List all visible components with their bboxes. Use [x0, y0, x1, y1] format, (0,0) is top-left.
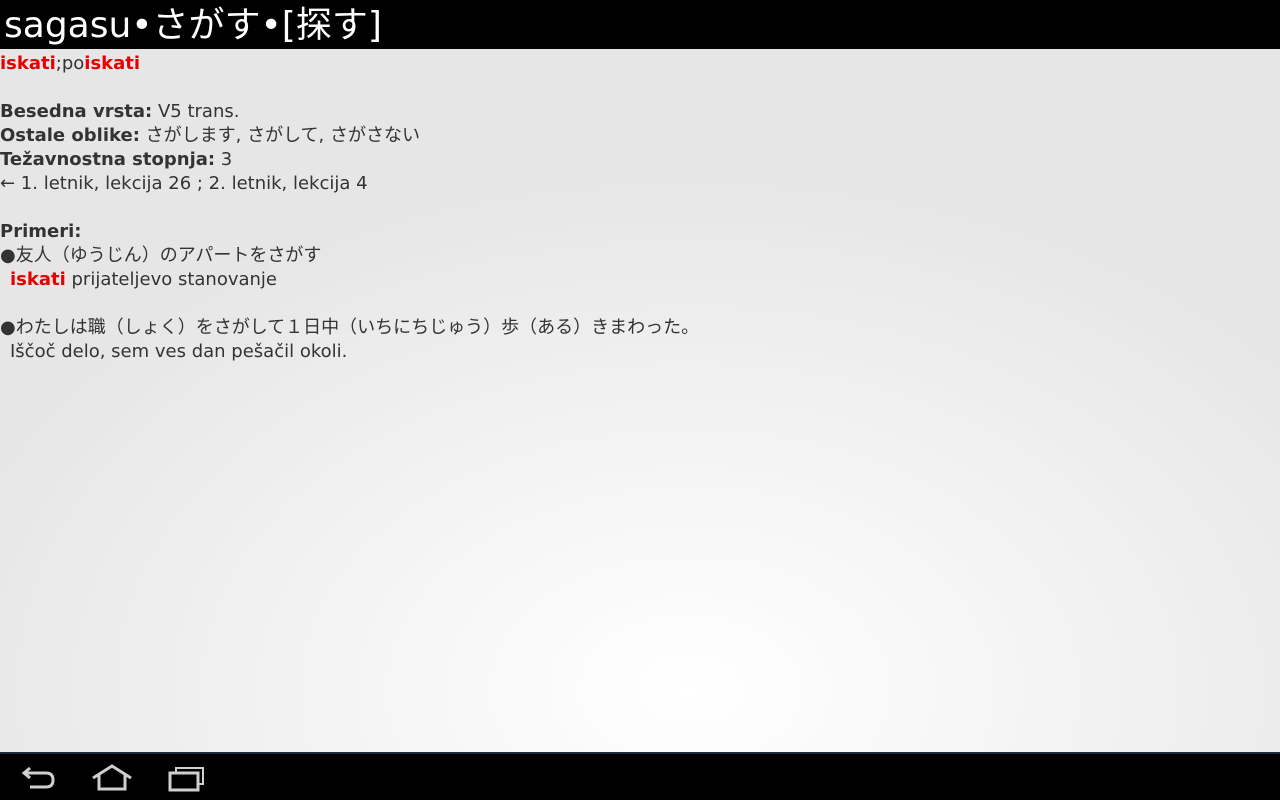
example-1-japanese: ●友人（ゆうじん）のアパートをさがす	[0, 245, 322, 266]
translation-separator: ;po	[55, 53, 85, 74]
title-bar: sagasu•さがす•[探す]	[0, 0, 1280, 49]
example-1-highlight: iskati	[10, 269, 66, 290]
lessons-link[interactable]: ← 1. letnik, lekcija 26 ; 2. letnik, lek…	[0, 172, 368, 196]
page-title: sagasu•さがす•[探す]	[4, 5, 382, 46]
translation-secondary: iskati	[84, 53, 141, 74]
example-1-rest: prijateljevo stanovanje	[65, 269, 278, 290]
example-1-translation: iskati prijateljevo stanovanje	[10, 268, 277, 292]
example-2-translation: Iščoč delo, sem ves dan pešačil okoli.	[10, 341, 348, 362]
home-button[interactable]	[87, 760, 137, 796]
difficulty-label: Težavnostna stopnja:	[0, 149, 216, 170]
back-icon	[22, 766, 55, 789]
other-forms-line: Ostale oblike: さがします, さがして, さがさない	[0, 124, 420, 148]
translation-primary: iskati	[0, 53, 56, 74]
difficulty-line: Težavnostna stopnja: 3	[0, 148, 232, 172]
other-forms-label: Ostale oblike:	[0, 125, 140, 146]
home-icon	[92, 764, 132, 791]
navigation-bar	[0, 752, 1280, 800]
entry-content: iskati;poiskati Besedna vrsta: V5 trans.…	[0, 49, 1280, 752]
recents-button[interactable]	[162, 760, 212, 796]
word-type-line: Besedna vrsta: V5 trans.	[0, 100, 239, 124]
translation-line: iskati;poiskati	[0, 52, 140, 76]
other-forms-value: さがします, さがして, さがさない	[139, 125, 420, 146]
examples-heading: Primeri:	[0, 221, 82, 242]
recents-icon	[168, 767, 204, 792]
back-button[interactable]	[14, 760, 64, 796]
word-type-value: V5 trans.	[152, 101, 240, 122]
word-type-label: Besedna vrsta:	[0, 101, 153, 122]
example-2-japanese: ●わたしは職（しょく）をさがして１日中（いちにちじゅう）歩（ある）きまわった。	[0, 317, 700, 338]
difficulty-value: 3	[215, 149, 233, 170]
